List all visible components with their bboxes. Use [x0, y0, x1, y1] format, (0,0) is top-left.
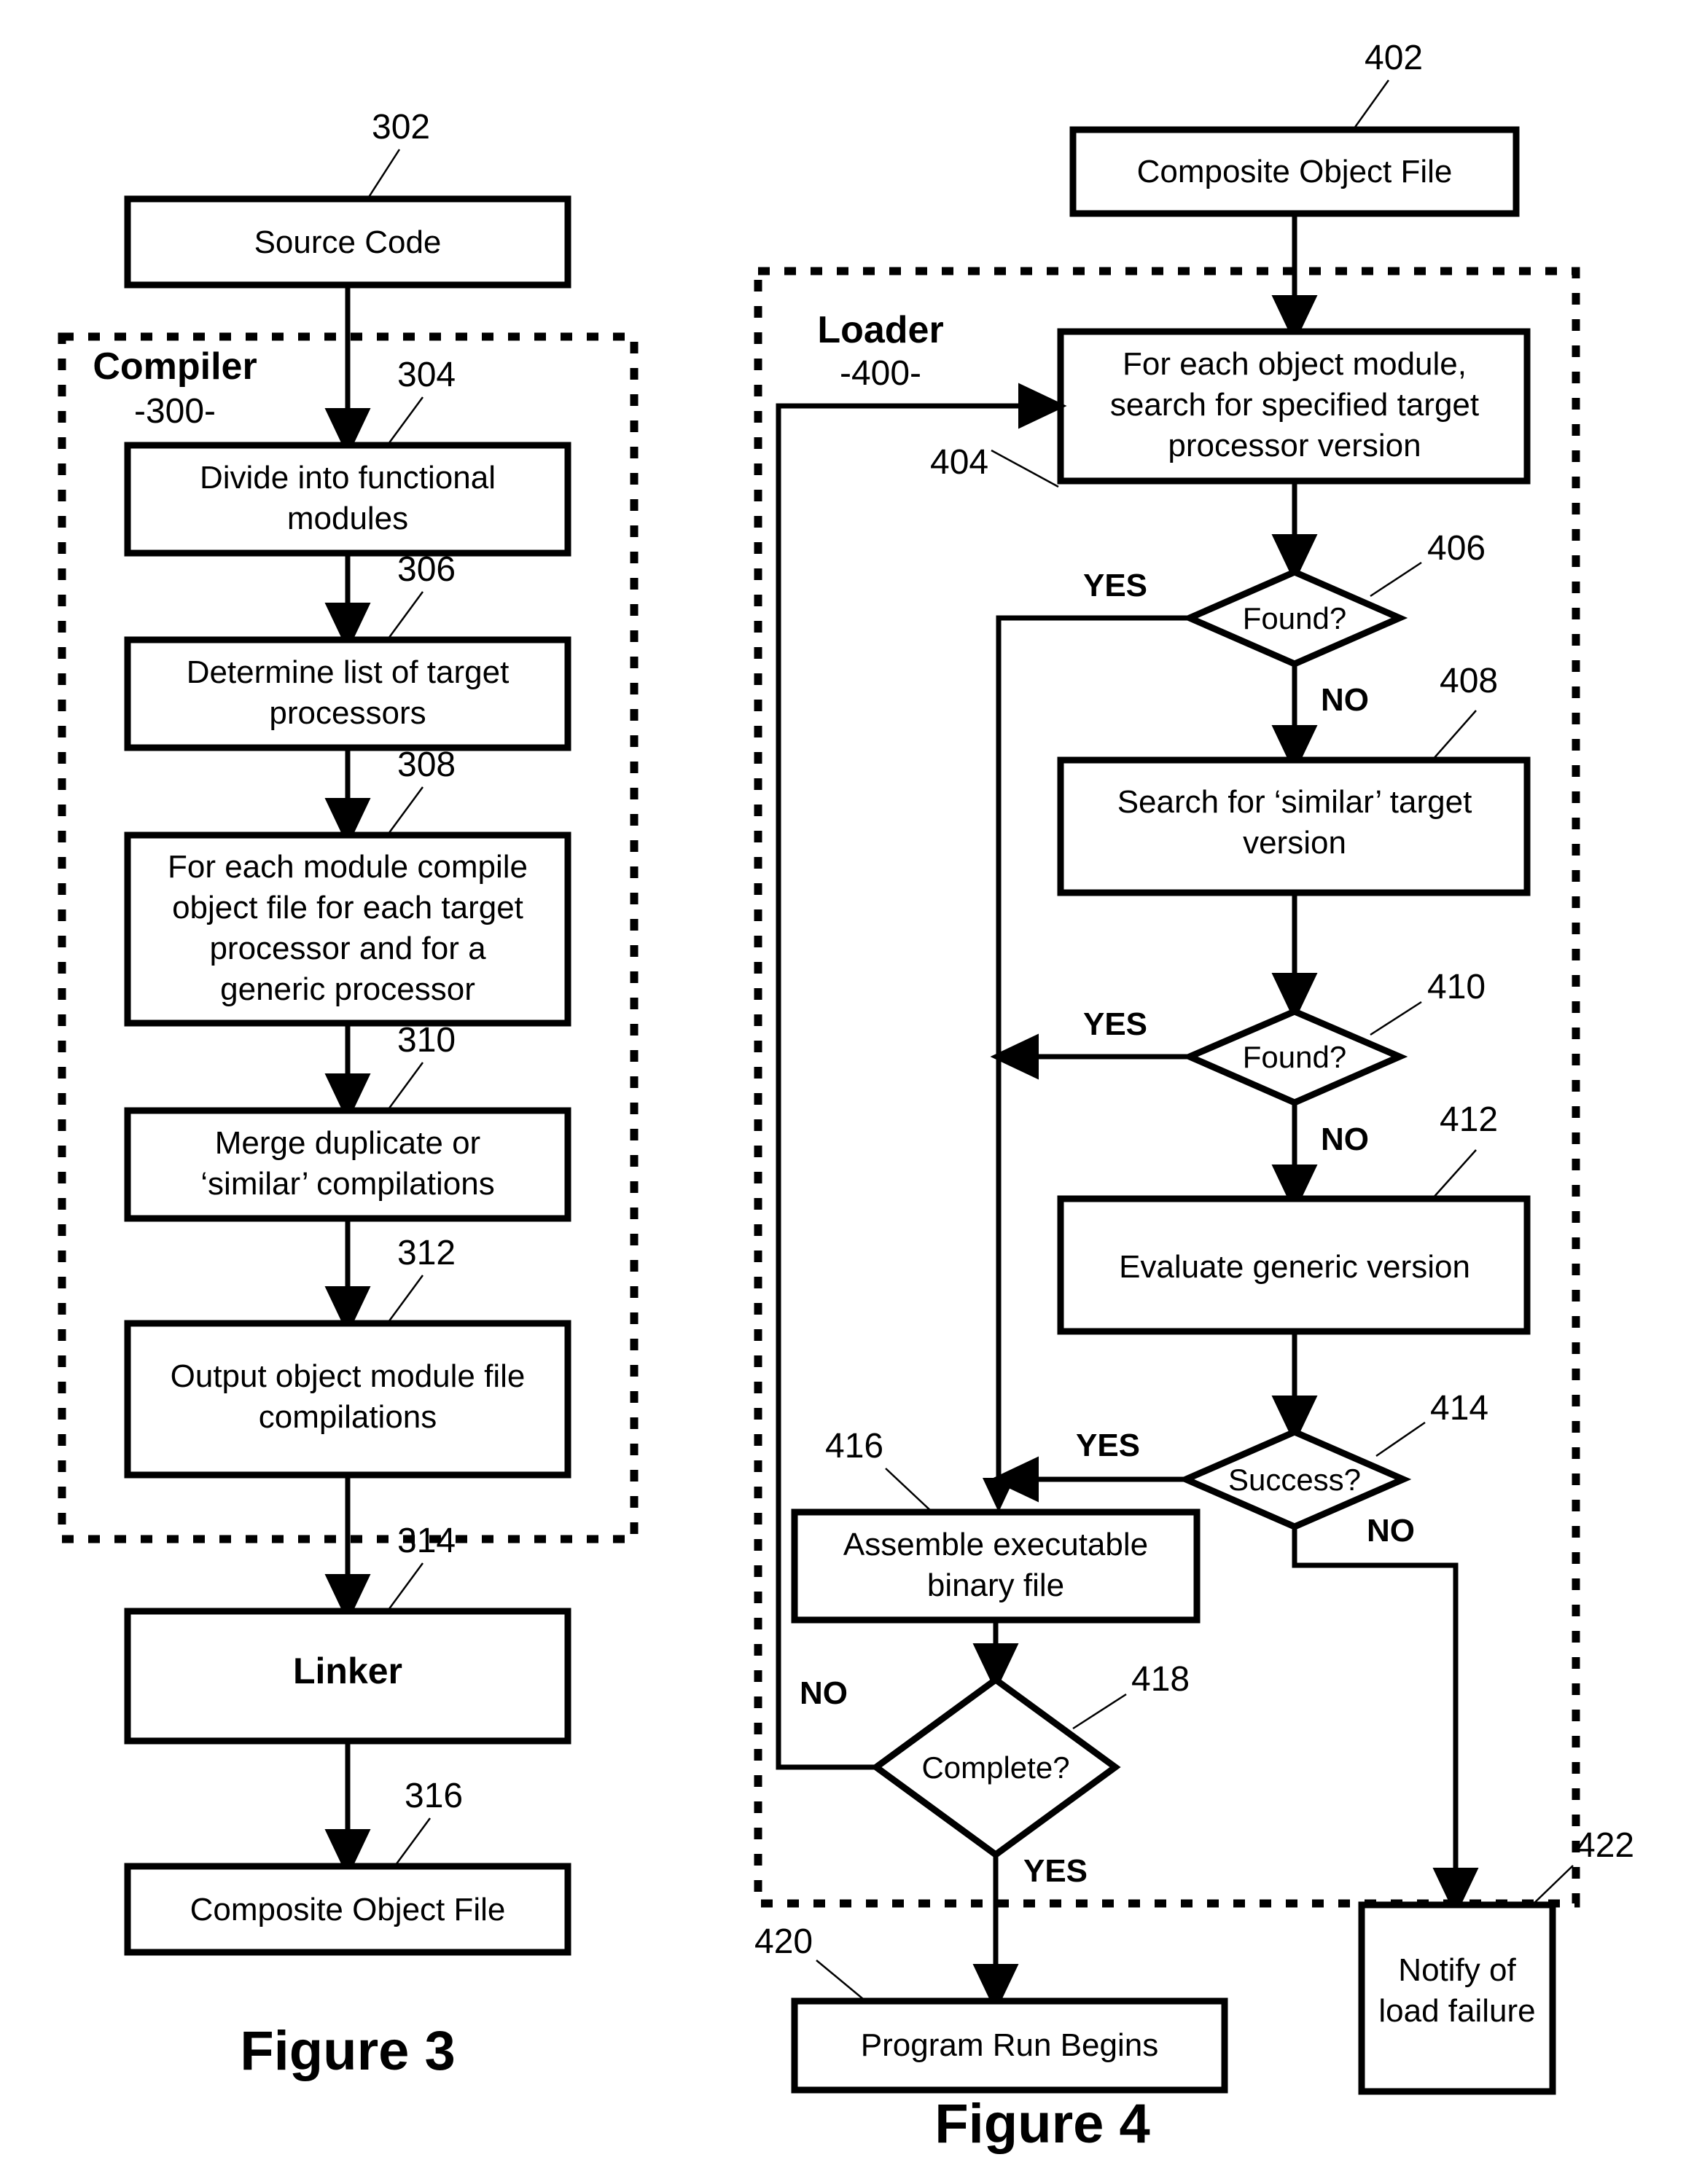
node-412-evaluate-generic: Evaluate generic version: [1057, 1195, 1531, 1335]
node-308-compile-per-target: For each module compile object file for …: [124, 831, 571, 1027]
node-414-label: Success?: [1228, 1463, 1361, 1497]
edge-rail-to-416-arrowhead: [983, 1478, 1015, 1512]
node-422-notify-load-failure: Notify of load failure: [1358, 1901, 1556, 2095]
figure-3-caption: Figure 3: [240, 2020, 456, 2082]
node-308-ref: 308: [397, 745, 456, 784]
node-402-label: Composite Object File: [1137, 154, 1453, 189]
node-316-label: Composite Object File: [190, 1892, 506, 1927]
node-420-program-run-begins: Program Run Begins: [791, 1997, 1228, 2094]
node-310-label-line2: ‘similar’ compilations: [200, 1166, 494, 1202]
node-306-label-line1: Determine list of target: [187, 654, 510, 690]
node-306-determine-targets: Determine list of target processors: [124, 636, 571, 751]
node-418-complete-decision: Complete?: [870, 1675, 1121, 1859]
node-404-label-line3: processor version: [1168, 428, 1421, 463]
node-404-ref: 404: [930, 443, 988, 482]
node-408-search-similar-target: Search for ‘similar’ target version: [1057, 756, 1531, 896]
node-304-divide-into-modules: Divide into functional modules: [124, 442, 571, 557]
node-404-label-line1: For each object module,: [1123, 346, 1467, 382]
node-308-label-line2: object file for each target: [172, 890, 523, 925]
node-410-label: Found?: [1243, 1040, 1346, 1074]
node-416-assemble-binary: Assemble executable binary file: [791, 1508, 1201, 1624]
node-418-ref: 418: [1131, 1660, 1190, 1699]
node-404-label-line2: search for specified target: [1110, 387, 1479, 423]
node-316-composite-object-file: Composite Object File: [124, 1863, 571, 1956]
node-420-label: Program Run Begins: [861, 2027, 1158, 2063]
node-306-label-line2: processors: [269, 695, 426, 731]
figure-4: Composite Object File 402 Loader -400- F…: [754, 39, 1634, 2155]
node-302-source-code: Source Code: [124, 195, 571, 289]
branch-label-418-no: NO: [800, 1675, 848, 1711]
node-304-ref: 304: [397, 356, 456, 394]
figure-3: Source Code 302 Compiler -300- Divide in…: [58, 108, 639, 2082]
node-306-ref: 306: [397, 550, 456, 589]
node-308-label-line4: generic processor: [220, 971, 475, 1007]
node-412-ref: 412: [1440, 1100, 1498, 1139]
node-408-ref: 408: [1440, 662, 1498, 700]
node-308-label-line1: For each module compile: [168, 849, 528, 885]
node-416-ref: 416: [825, 1427, 883, 1465]
node-416-label-line2: binary file: [927, 1567, 1064, 1603]
group-loader-title: Loader: [817, 309, 943, 351]
edge-414-no-to-422: [1292, 1527, 1479, 1917]
node-406-found-decision: Found?: [1181, 568, 1408, 668]
node-422-label-line2: load failure: [1378, 1993, 1535, 2029]
node-312-output-compilations: Output object module file compilations: [124, 1320, 571, 1479]
node-422-label-line1: Notify of: [1398, 1952, 1516, 1988]
node-314-label: Linker: [293, 1651, 402, 1691]
node-404-search-specified-target: For each object module, search for speci…: [1057, 328, 1531, 485]
node-312-ref: 312: [397, 1234, 456, 1272]
node-402-ref: 402: [1365, 39, 1423, 77]
node-420-ref: 420: [754, 1922, 813, 1961]
node-408-label-line1: Search for ‘similar’ target: [1117, 784, 1472, 820]
branch-label-410-yes: YES: [1083, 1006, 1147, 1042]
patent-figure-sheet: Source Code 302 Compiler -300- Divide in…: [0, 0, 1694, 2184]
node-310-label-line1: Merge duplicate or: [215, 1125, 480, 1161]
figure-4-caption: Figure 4: [934, 2093, 1150, 2155]
node-312-label-line2: compilations: [259, 1399, 437, 1435]
branch-label-414-no: NO: [1367, 1513, 1415, 1549]
node-302-label: Source Code: [254, 224, 442, 260]
node-422-ref: 422: [1576, 1826, 1634, 1865]
node-418-label: Complete?: [921, 1750, 1069, 1785]
node-314-ref: 314: [397, 1522, 456, 1560]
node-310-merge-duplicates: Merge duplicate or ‘similar’ compilation…: [124, 1107, 571, 1222]
branch-label-406-yes: YES: [1083, 568, 1147, 603]
group-loader-number: -400-: [840, 354, 921, 393]
group-compiler-title: Compiler: [93, 345, 257, 388]
node-406-label: Found?: [1243, 601, 1346, 635]
node-314-linker: Linker: [124, 1608, 571, 1745]
node-412-label: Evaluate generic version: [1119, 1249, 1470, 1285]
node-316-ref: 316: [405, 1777, 463, 1815]
node-406-ref: 406: [1427, 529, 1486, 568]
group-compiler-number: -300-: [134, 392, 216, 431]
node-304-label-line2: modules: [287, 501, 408, 536]
node-302-ref: 302: [372, 108, 430, 146]
node-312-label-line1: Output object module file: [171, 1358, 526, 1394]
node-310-ref: 310: [397, 1021, 456, 1060]
branch-label-418-yes: YES: [1023, 1853, 1088, 1889]
branch-label-414-yes: YES: [1076, 1428, 1140, 1463]
node-414-ref: 414: [1430, 1389, 1488, 1428]
node-408-label-line2: version: [1243, 825, 1346, 861]
node-416-label-line1: Assemble executable: [843, 1527, 1148, 1562]
node-308-label-line3: processor and for a: [209, 931, 486, 966]
branch-label-406-no: NO: [1321, 682, 1369, 718]
node-410-ref: 410: [1427, 968, 1486, 1006]
node-304-label-line1: Divide into functional: [200, 460, 496, 496]
branch-label-410-no: NO: [1321, 1122, 1369, 1157]
node-410-found-similar-decision: Found?: [1181, 1008, 1408, 1106]
node-402-composite-object-file: Composite Object File: [1069, 126, 1520, 217]
